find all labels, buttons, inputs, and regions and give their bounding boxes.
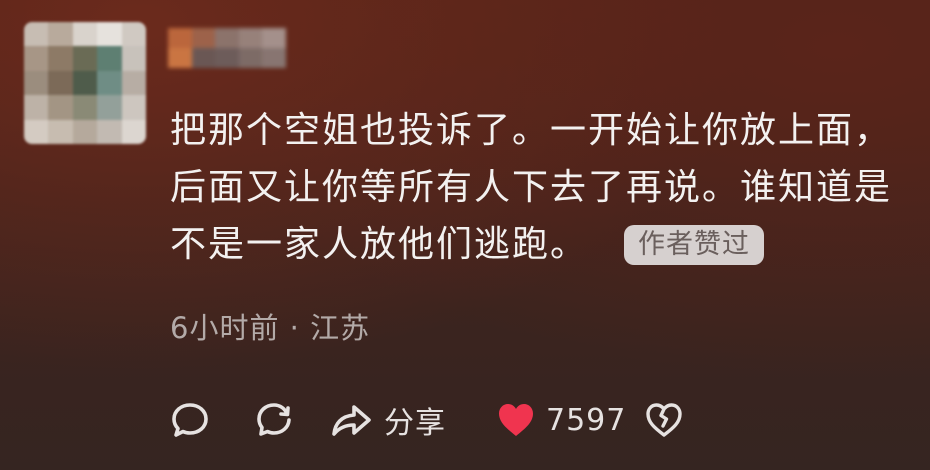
username-mosaic-cell — [191, 48, 216, 68]
avatar-mosaic-cell — [72, 70, 98, 96]
avatar-mosaic-cell — [24, 70, 49, 96]
avatar-mosaic-cell — [121, 70, 146, 96]
like-button[interactable]: 7597 — [496, 400, 644, 440]
username-mosaic-cell — [238, 48, 263, 68]
avatar-mosaic-cell — [48, 70, 73, 96]
heart-filled-icon — [499, 404, 533, 436]
share-button[interactable]: 分享 — [330, 398, 496, 442]
repost-bubble-icon — [257, 403, 291, 436]
avatar-mosaic-cell — [48, 46, 73, 71]
username-mosaic-cell — [262, 28, 286, 48]
username-mosaic-cell — [168, 28, 192, 48]
blurred-username-icon[interactable] — [168, 28, 286, 68]
dislike-button[interactable] — [644, 400, 684, 440]
avatar-mosaic-cell — [72, 22, 98, 47]
username-mosaic-cell — [215, 28, 239, 48]
avatar-mosaic-cell — [24, 46, 49, 71]
reply-button[interactable] — [170, 400, 254, 440]
avatar-mosaic-cell — [121, 22, 146, 47]
avatar-mosaic-cell — [97, 46, 122, 71]
username-mosaic-cell — [238, 28, 263, 48]
avatar-mosaic-cell — [24, 22, 49, 47]
avatar-mosaic-cell — [121, 119, 146, 144]
repost-button[interactable] — [254, 400, 330, 440]
avatar-mosaic-cell — [48, 95, 73, 120]
username-mosaic-cell — [168, 48, 192, 68]
avatar-mosaic-cell — [97, 70, 122, 96]
avatar-mosaic-cell — [121, 46, 146, 71]
avatar-mosaic-cell — [48, 119, 73, 144]
like-count: 7597 — [546, 402, 627, 438]
avatar-mosaic-cell — [121, 95, 146, 120]
share-label: 分享 — [384, 406, 446, 441]
avatar-mosaic-cell — [48, 22, 73, 47]
avatar-mosaic-cell — [97, 22, 122, 47]
comment-bubble-icon — [172, 403, 208, 437]
share-arrow-icon — [332, 405, 371, 436]
avatar-mosaic-cell — [97, 95, 122, 120]
comment-text: 把那个空姐也投诉了。一开始让你放上面，后面又让你等所有人下去了再说。谁知道是不是… — [170, 110, 893, 265]
avatar-mosaic-cell — [72, 119, 98, 144]
avatar-mosaic-cell — [24, 95, 49, 120]
avatar-mosaic-cell — [72, 95, 98, 120]
avatar-mosaic-cell — [24, 119, 49, 144]
author-liked-badge: 作者赞过 — [624, 225, 765, 265]
comment-text-block: 把那个空姐也投诉了。一开始让你放上面，后面又让你等所有人下去了再说。谁知道是不是… — [170, 102, 920, 273]
username-mosaic-cell — [215, 48, 239, 68]
comment-meta: 6小时前 · 江苏 — [170, 311, 371, 345]
avatar-mosaic-cell — [72, 46, 98, 71]
comment-action-bar: 分享 7597 — [170, 392, 684, 448]
broken-heart-icon — [646, 403, 682, 437]
username-mosaic-cell — [191, 28, 216, 48]
username-mosaic-cell — [262, 48, 286, 68]
avatar-mosaic-cell — [97, 119, 122, 144]
blurred-avatar-icon[interactable] — [24, 22, 146, 144]
